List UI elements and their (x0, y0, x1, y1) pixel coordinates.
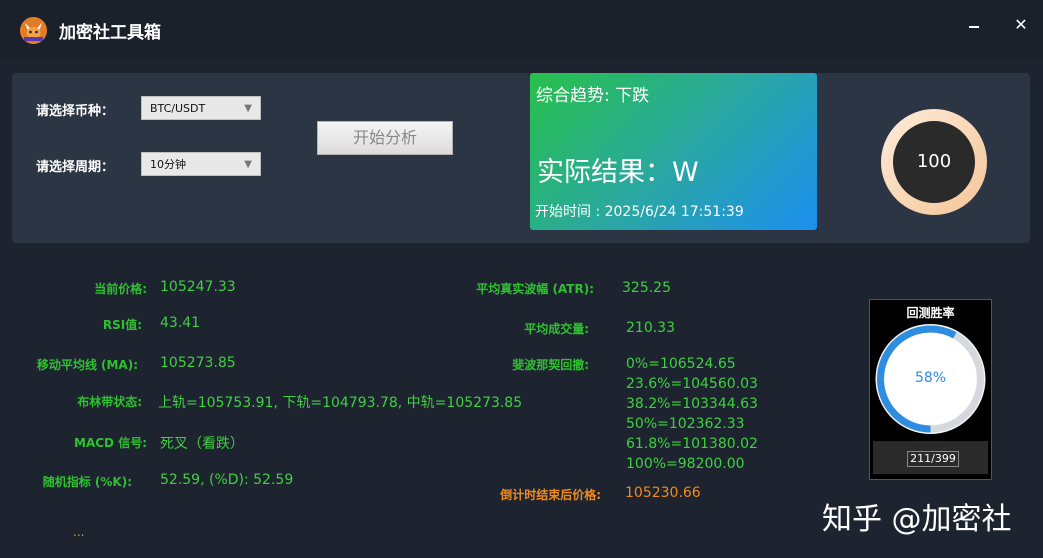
close-button[interactable]: ✕ (1012, 16, 1030, 34)
start-time: 开始时间 : 2025/6/24 17:51:39 (535, 204, 744, 220)
metric-value-rsi: 43.41 (160, 315, 201, 331)
dropdown-arrow-icon: ▼ (244, 103, 252, 114)
metric-value-end-price: 105230.66 (625, 485, 701, 501)
countdown-ring: 100 (880, 108, 988, 216)
metric-label-volume: 平均成交量: (524, 322, 589, 336)
result-card: 综合趋势: 下跌 实际结果：W 开始时间 : 2025/6/24 17:51:3… (530, 73, 817, 230)
fox-logo-icon (20, 17, 47, 44)
metric-label-price: 当前价格: (94, 282, 147, 296)
coin-select-value: BTC/USDT (150, 102, 206, 115)
metric-label-fibonacci: 斐波那契回撤: (512, 358, 589, 372)
start-analysis-button[interactable]: 开始分析 (317, 121, 453, 155)
coin-select[interactable]: BTC/USDT ▼ (141, 96, 261, 120)
metric-value-stochastic: 52.59, (%D): 52.59 (160, 472, 294, 488)
fib-level: 23.6%=104560.03 (626, 376, 758, 392)
metric-value-macd: 死叉（看跌） (160, 436, 244, 452)
metric-label-stochastic: 随机指标 (%K): (42, 475, 132, 489)
minimize-button[interactable] (965, 16, 983, 34)
title-bar: 加密社工具箱 ✕ (0, 0, 1043, 60)
backtest-winrate-panel: 回测胜率 58% 211/399 (869, 299, 992, 480)
window-title: 加密社工具箱 (59, 23, 161, 43)
minimize-icon (969, 26, 979, 28)
fib-level: 38.2%=103344.63 (626, 396, 758, 412)
more-indicator: ... (73, 525, 85, 539)
period-select[interactable]: 10分钟 ▼ (141, 152, 261, 176)
metric-label-ma: 移动平均线 (MA): (36, 358, 138, 372)
fib-level: 50%=102362.33 (626, 416, 745, 432)
metric-value-atr: 325.25 (622, 280, 671, 296)
metric-label-atr: 平均真实波幅 (ATR): (476, 282, 594, 296)
metric-value-volume: 210.33 (626, 320, 675, 336)
dropdown-arrow-icon: ▼ (244, 159, 252, 170)
watermark: 知乎 @加密社 (822, 502, 1012, 537)
winrate-count: 211/399 (907, 451, 959, 467)
metric-label-end-price: 倒计时结束后价格: (500, 488, 601, 502)
winrate-title: 回测胜率 (906, 306, 955, 320)
metric-value-bollinger: 上轨=105753.91, 下轨=104793.78, 中轨=105273.85 (158, 395, 523, 411)
metric-label-rsi: RSI值: (102, 318, 142, 332)
fib-level: 100%=98200.00 (626, 456, 745, 472)
countdown-value: 100 (916, 151, 952, 172)
metric-value-ma: 105273.85 (160, 355, 236, 371)
period-select-value: 10分钟 (150, 158, 186, 171)
metric-value-price: 105247.33 (160, 279, 236, 295)
winrate-percent: 58% (914, 370, 947, 386)
period-label: 请选择周期： (36, 160, 115, 175)
fib-level: 61.8%=101380.02 (626, 436, 758, 452)
fib-level: 0%=106524.65 (626, 356, 736, 372)
coin-label: 请选择币种： (36, 104, 115, 119)
metric-label-bollinger: 布林带状态: (77, 395, 142, 409)
result-text: 实际结果：W (537, 157, 699, 188)
trend-text: 综合趋势: 下跌 (536, 86, 650, 106)
metric-label-macd: MACD 信号: (74, 436, 147, 450)
